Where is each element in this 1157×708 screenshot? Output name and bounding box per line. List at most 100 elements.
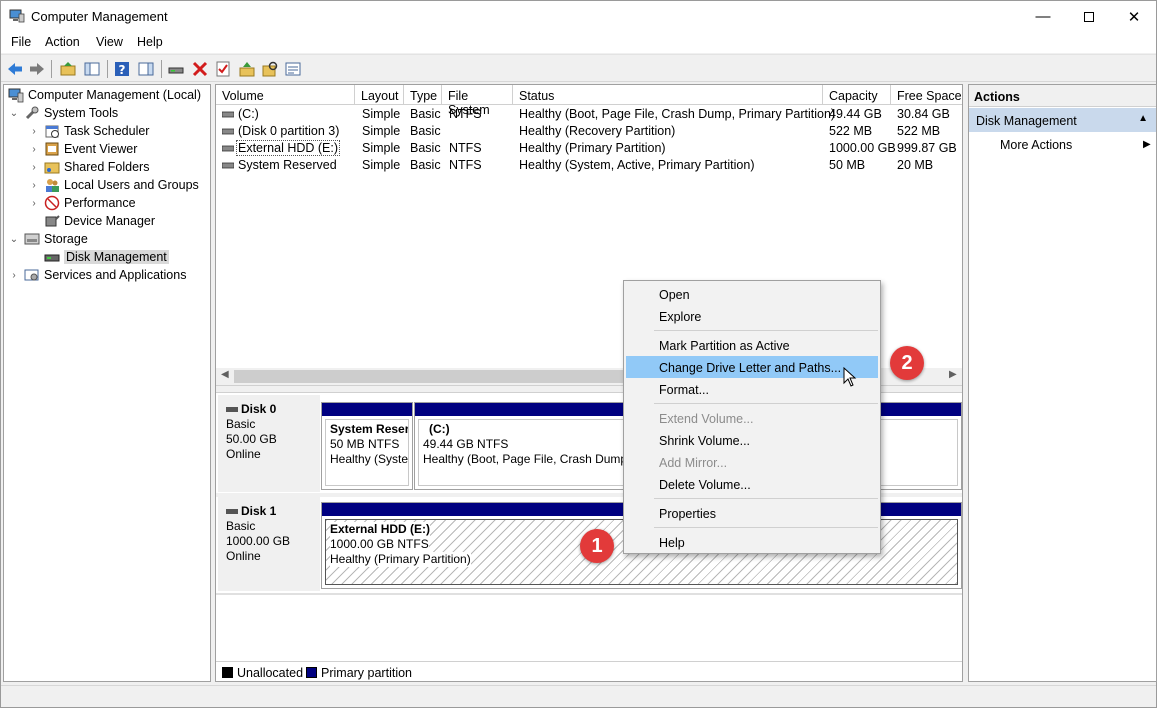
back-arrow-icon[interactable] [6,60,24,78]
cell-layout: Simple [362,158,401,172]
tree-item-performance[interactable]: › Performance [28,194,136,212]
menu-item-mark-active[interactable]: Mark Partition as Active [626,334,878,356]
cell-type: Basic [410,141,441,155]
svg-text:?: ? [119,63,126,77]
menu-item-open[interactable]: Open [626,283,878,305]
scrollbar-thumb[interactable] [234,370,624,383]
more-actions-item[interactable]: More Actions ▶ [1000,138,1151,152]
step-badge-1: 1 [580,529,614,563]
menu-item-change-drive-letter[interactable]: Change Drive Letter and Paths... [626,356,878,378]
forward-arrow-icon[interactable] [28,60,46,78]
chevron-right-icon[interactable]: › [28,180,40,191]
close-button[interactable]: ✕ [1111,1,1157,32]
column-header-status[interactable]: Status [513,85,823,105]
actions-header: Actions [969,85,1156,107]
cell-status: Healthy (System, Active, Primary Partiti… [519,158,755,172]
column-header-layout[interactable]: Layout [355,85,404,105]
show-hide-console-tree-icon[interactable] [83,60,101,78]
actions-section-disk-management[interactable]: Disk Management ▲ [969,108,1156,132]
tree-item-device-manager[interactable]: Device Manager [40,212,155,230]
column-header-file-system[interactable]: File System [442,85,513,117]
disk-0-type: Basic [226,417,256,431]
table-row[interactable]: System Reserved Simple Basic NTFS Health… [216,157,962,174]
maximize-button[interactable] [1066,1,1112,32]
tree-item-storage[interactable]: ⌄ Storage [8,230,88,248]
cell-layout: Simple [362,124,401,138]
mouse-cursor-icon [843,367,857,387]
drive-icon [221,141,235,155]
table-row[interactable]: (Disk 0 partition 3) Simple Basic Health… [216,123,962,140]
menu-action[interactable]: Action [45,35,80,49]
chevron-down-icon[interactable]: ⌄ [8,108,20,119]
disk-1-name: Disk 1 [241,504,277,518]
tree-label: Services and Applications [44,268,187,282]
check-properties-icon[interactable] [214,60,232,78]
help-icon[interactable]: ? [113,60,131,78]
menu-item-explore[interactable]: Explore [626,305,878,327]
collapse-up-icon[interactable]: ▲ [1138,113,1148,124]
actions-pane: Actions Disk Management ▲ More Actions ▶ [968,84,1157,682]
delete-icon[interactable] [191,60,209,78]
disk-0-name: Disk 0 [241,402,277,416]
tree-label: Performance [64,196,136,210]
chevron-right-icon[interactable]: › [28,162,40,173]
column-header-type[interactable]: Type [404,85,442,105]
legend-primary-partition: Primary partition [321,666,412,680]
connect-drive-icon[interactable] [167,60,185,78]
menu-separator [654,403,878,404]
scroll-left-icon[interactable]: ◀ [221,369,229,380]
tree-label: Local Users and Groups [64,178,199,192]
menu-bar: File Action View Help [1,32,1156,53]
chevron-right-icon[interactable]: › [8,270,20,281]
disk-1-label[interactable]: Disk 1 Basic 1000.00 GB Online [218,497,320,591]
tree-item-computer-management[interactable]: Computer Management (Local) [6,86,201,104]
cell-layout: Simple [362,107,401,121]
menu-item-format[interactable]: Format... [626,378,878,400]
partition-size: 1000.00 GB NTFS [330,537,429,552]
partition-context-menu: Open Explore Mark Partition as Active Ch… [623,280,881,554]
list-view-icon[interactable] [284,60,302,78]
toolbar-separator [51,60,52,78]
menu-item-properties[interactable]: Properties [626,502,878,524]
up-folder-icon[interactable] [59,60,77,78]
menu-view[interactable]: View [96,35,123,49]
export-up-icon[interactable] [238,60,256,78]
menu-file[interactable]: File [11,35,31,49]
table-row[interactable]: (C:) Simple Basic NTFS Healthy (Boot, Pa… [216,106,962,123]
menu-item-delete-volume[interactable]: Delete Volume... [626,473,878,495]
menu-item-shrink-volume[interactable]: Shrink Volume... [626,429,878,451]
disk-0-label[interactable]: Disk 0 Basic 50.00 GB Online [218,395,320,492]
minimize-button[interactable]: — [1020,1,1066,32]
cell-capacity: 1000.00 GB [829,141,896,155]
tree-item-system-tools[interactable]: ⌄ System Tools [8,104,118,122]
tree-item-shared-folders[interactable]: › Shared Folders [28,158,149,176]
cell-volume: (Disk 0 partition 3) [238,124,340,138]
search-folder-icon[interactable] [261,60,279,78]
shared-folders-icon [44,162,60,174]
chevron-right-icon[interactable]: › [28,144,40,155]
tree-item-event-viewer[interactable]: › Event Viewer [28,140,137,158]
show-hide-action-pane-icon[interactable] [137,60,155,78]
column-header-capacity[interactable]: Capacity [823,85,891,105]
cell-file-system: NTFS [449,141,482,155]
column-header-free-space[interactable]: Free Space [891,85,962,105]
disk-management-icon [44,254,60,262]
chevron-right-icon[interactable]: › [28,198,40,209]
disk-0-state: Online [226,447,261,461]
tree-item-disk-management[interactable]: Disk Management [40,248,169,266]
column-header-volume[interactable]: Volume [216,85,355,105]
menu-item-help[interactable]: Help [626,531,878,553]
tree-item-services-applications[interactable]: › Services and Applications [8,266,186,284]
scroll-right-icon[interactable]: ▶ [949,369,957,380]
table-row[interactable]: External HDD (E:) Simple Basic NTFS Heal… [216,140,962,157]
cell-free-space: 30.84 GB [897,107,950,121]
menu-help[interactable]: Help [137,35,163,49]
cell-volume: System Reserved [238,158,337,172]
tree-label: Device Manager [64,214,156,228]
chevron-right-icon[interactable]: › [28,126,40,137]
partition-system-reserved[interactable]: System Reser 50 MB NTFS Healthy (Syster [321,402,413,490]
disk-separator [216,593,962,595]
tree-item-local-users-groups[interactable]: › Local Users and Groups [28,176,199,194]
tree-item-task-scheduler[interactable]: › Task Scheduler [28,122,149,140]
chevron-down-icon[interactable]: ⌄ [8,234,20,245]
